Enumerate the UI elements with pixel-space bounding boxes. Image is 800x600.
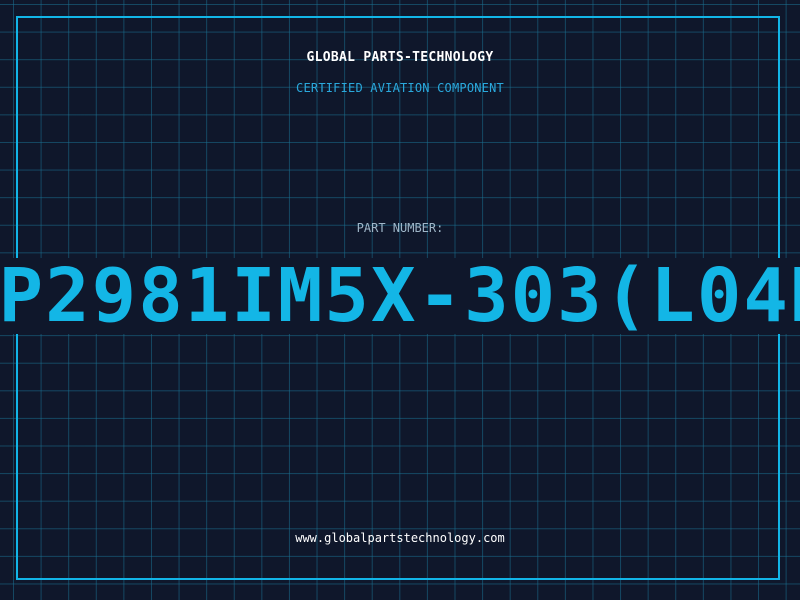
brand-subtitle: CERTIFIED AVIATION COMPONENT xyxy=(296,81,504,95)
part-number-value: LP2981IM5X-303(L04B xyxy=(0,258,800,334)
part-number-band: LP2981IM5X-303(L04B xyxy=(0,258,800,334)
website-url: www.globalpartstechnology.com xyxy=(295,531,505,545)
part-number-label: PART NUMBER: xyxy=(356,221,444,235)
part-card: GLOBAL PARTS-TECHNOLOGY CERTIFIED AVIATI… xyxy=(0,0,800,600)
brand-title: GLOBAL PARTS-TECHNOLOGY xyxy=(306,50,494,65)
